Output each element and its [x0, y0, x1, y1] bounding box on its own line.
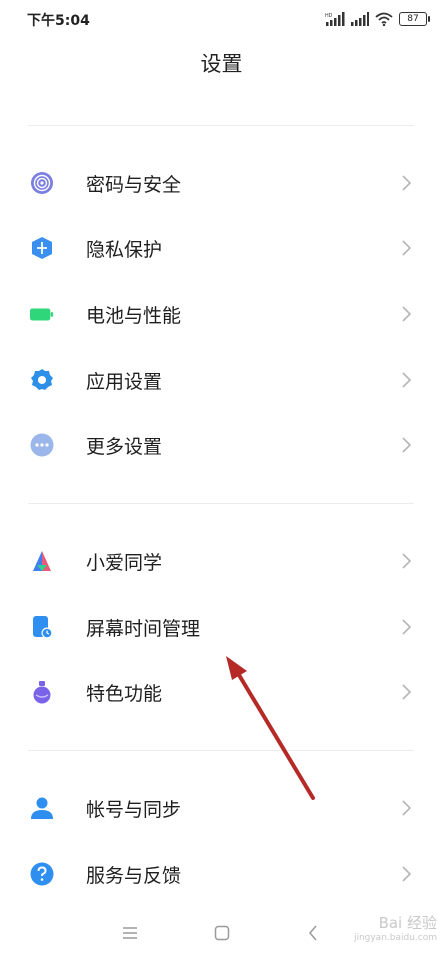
status-bar: 下午5:04 HD 87 [0, 0, 443, 40]
battery-level: 87 [407, 14, 419, 24]
baidu-jingyan-watermark: Bai 经验 jingyan.baidu.com [341, 912, 437, 956]
xiaoai-icon [30, 549, 54, 573]
section-divider [28, 503, 414, 504]
settings-item-service-feedback[interactable]: 服务与反馈 [0, 842, 443, 906]
fingerprint-icon [30, 171, 54, 195]
settings-item-account-sync[interactable]: 帐号与同步 [0, 776, 443, 840]
help-icon [30, 862, 54, 886]
settings-item-label: 电池与性能 [86, 305, 182, 327]
settings-item-label: 服务与反馈 [86, 865, 182, 887]
settings-item-special-features[interactable]: 特色功能 [0, 660, 443, 724]
chevron-right-icon [402, 619, 411, 635]
settings-item-app-settings[interactable]: 应用设置 [0, 348, 443, 412]
settings-item-label: 帐号与同步 [86, 799, 182, 821]
section-divider [28, 125, 414, 126]
flask-icon [30, 680, 54, 704]
chevron-right-icon [402, 175, 411, 191]
battery-icon [30, 302, 54, 326]
screen-time-icon [30, 615, 54, 639]
chevron-right-icon [402, 800, 411, 816]
battery-indicator: 87 [399, 12, 430, 26]
menu-icon[interactable] [122, 926, 138, 940]
watermark-text: Bai 经验 [378, 914, 437, 932]
settings-item-more-settings[interactable]: 更多设置 [0, 413, 443, 477]
settings-item-label: 隐私保护 [86, 239, 163, 261]
privacy-shield-icon [30, 236, 54, 260]
chevron-right-icon [402, 553, 411, 569]
settings-item-screen-time[interactable]: 屏幕时间管理 [0, 595, 443, 659]
chevron-right-icon [402, 866, 411, 882]
hd-label: HD [325, 13, 333, 19]
settings-item-label: 密码与安全 [86, 174, 182, 196]
navigation-bar: Bai 经验 jingyan.baidu.com [0, 906, 443, 960]
chevron-right-icon [402, 372, 411, 388]
signal-icon [351, 12, 369, 26]
settings-item-label: 更多设置 [86, 436, 163, 458]
settings-item-label: 屏幕时间管理 [86, 618, 201, 640]
signal-hd-icon: HD [325, 12, 345, 26]
chevron-right-icon [402, 684, 411, 700]
section-divider [28, 750, 414, 751]
settings-item-label: 特色功能 [86, 683, 163, 705]
gear-icon [30, 368, 54, 392]
settings-item-label: 应用设置 [86, 371, 163, 393]
settings-item-password-security[interactable]: 密码与安全 [0, 151, 443, 215]
watermark-sub: jingyan.baidu.com [353, 933, 437, 943]
settings-item-label: 小爱同学 [86, 552, 163, 574]
settings-item-privacy[interactable]: 隐私保护 [0, 216, 443, 280]
chevron-right-icon [402, 437, 411, 453]
chevron-right-icon [402, 240, 411, 256]
status-time: 下午5:04 [27, 13, 90, 29]
status-icons: HD 87 [325, 10, 430, 28]
home-icon[interactable] [214, 925, 230, 941]
more-dots-icon [30, 433, 54, 457]
chevron-right-icon [402, 306, 411, 322]
settings-item-battery[interactable]: 电池与性能 [0, 282, 443, 346]
wifi-icon [375, 12, 393, 26]
back-icon[interactable] [308, 925, 318, 941]
page-title: 设置 [200, 52, 243, 76]
account-icon [30, 796, 54, 820]
settings-item-xiaoai[interactable]: 小爱同学 [0, 529, 443, 593]
